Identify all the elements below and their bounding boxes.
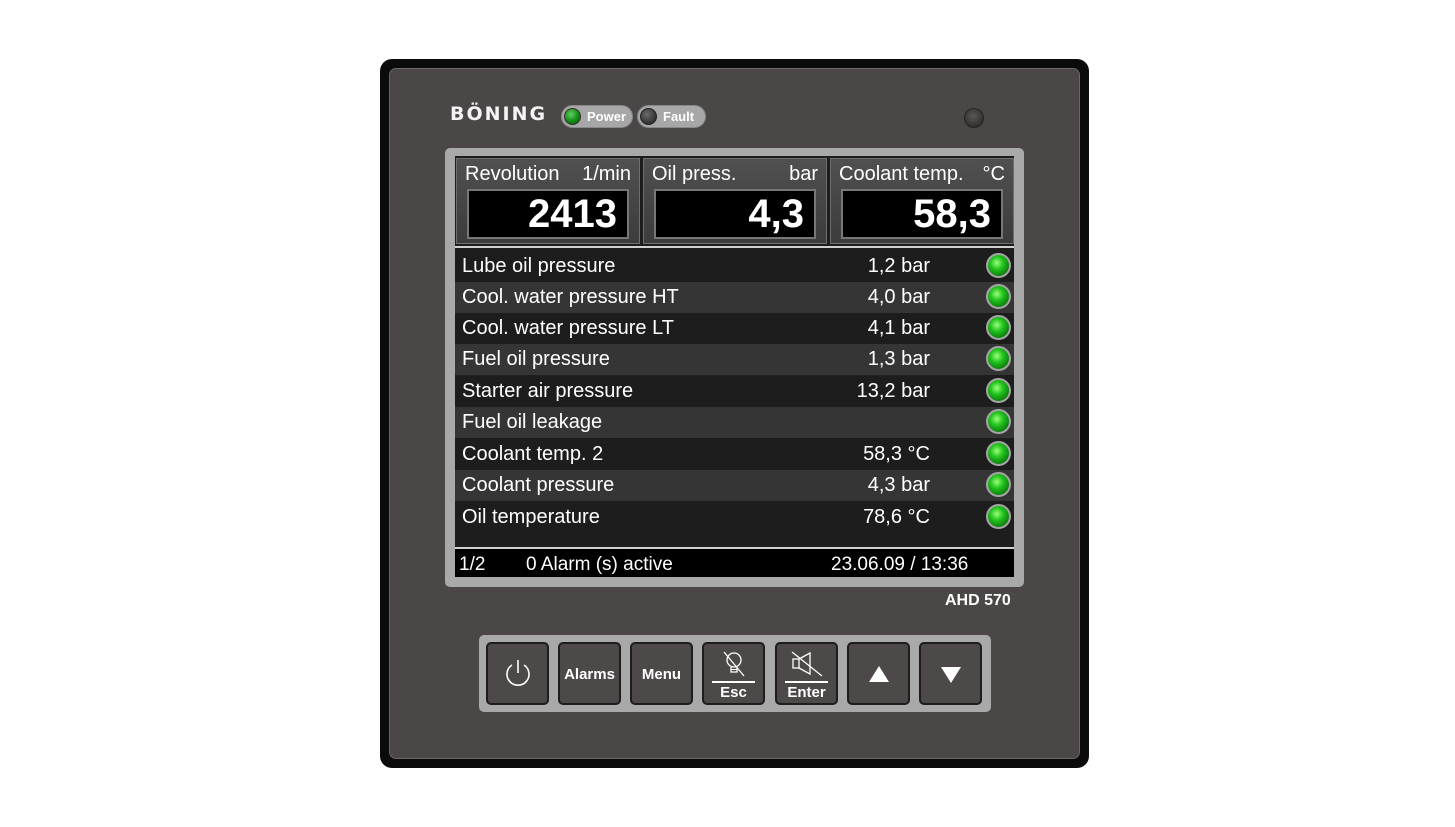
arrow-up-icon [869,666,889,682]
arrow-down-icon [941,667,961,683]
gauge-label: Coolant temp. [839,163,964,185]
row-label: Oil temperature [462,506,600,528]
light-sensor-icon [964,108,984,128]
list-item: Fuel oil pressure 1,3 bar [455,344,1014,375]
row-label: Fuel oil pressure [462,348,610,370]
status-ok-led-icon [986,284,1011,309]
gauge-oil-press: Oil press. bar 4,3 [643,158,827,244]
brand-logo: BÖNING [450,103,548,125]
key-divider [712,681,755,683]
gauge-value: 2413 [528,192,617,236]
list-item: Oil temperature 78,6 °C [455,502,1014,533]
row-value: 1,2 bar [867,255,930,277]
menu-button[interactable]: Menu [630,642,693,705]
row-label: Cool. water pressure LT [462,317,674,339]
display-screen: Revolution 1/min 2413 Oil press. bar 4,3… [455,156,1014,577]
power-indicator: Power [561,105,633,128]
menu-button-label: Menu [641,666,682,683]
row-value: 1,3 bar [867,348,930,370]
key-divider [785,681,828,683]
lamp-test-icon [723,651,745,677]
gauge-value-box: 58,3 [841,189,1003,239]
row-label: Coolant temp. 2 [462,443,604,465]
row-label: Coolant pressure [462,474,615,496]
row-value: 4,0 bar [867,286,930,308]
gauge-unit: 1/min [582,163,631,185]
list-item: Fuel oil leakage [455,407,1014,438]
row-value: 78,6 °C [863,506,930,528]
enter-button[interactable]: Enter [775,642,838,705]
gauge-unit: bar [789,163,818,185]
row-value: 13,2 bar [856,380,930,402]
status-ok-led-icon [986,409,1011,434]
fault-led-icon [640,108,657,125]
gauge-coolant-temp: Coolant temp. °C 58,3 [830,158,1014,244]
alarm-count: 0 Alarm (s) active [526,554,673,575]
esc-button-label: Esc [720,684,747,701]
list-item: Starter air pressure 13,2 bar [455,376,1014,407]
row-label: Lube oil pressure [462,255,616,277]
list-item: Cool. water pressure HT 4,0 bar [455,282,1014,313]
row-label: Starter air pressure [462,380,634,402]
gauge-value-box: 4,3 [654,189,816,239]
power-led-icon [564,108,581,125]
enter-button-label: Enter [787,684,826,701]
gauge-revolution: Revolution 1/min 2413 [456,158,640,244]
power-label: Power [587,109,627,124]
list-item: Cool. water pressure LT 4,1 bar [455,313,1014,344]
list-item: Lube oil pressure 1,2 bar [455,251,1014,282]
row-value: 4,1 bar [867,317,930,339]
status-ok-led-icon [986,441,1011,466]
arrow-down-button[interactable] [919,642,982,705]
gauge-label: Revolution [465,163,560,185]
gauge-value: 58,3 [913,192,991,236]
row-label: Fuel oil leakage [462,411,603,433]
gauge-label: Oil press. [652,163,737,185]
status-ok-led-icon [986,472,1011,497]
power-icon [506,660,530,686]
power-button[interactable] [486,642,549,705]
page-indicator: 1/2 [459,554,486,575]
esc-button[interactable]: Esc [702,642,765,705]
status-ok-led-icon [986,253,1011,278]
fault-label: Fault [663,109,695,124]
gauge-value-box: 2413 [467,189,629,239]
status-bar: 1/2 0 Alarm (s) active 23.06.09 / 13:36 [455,547,1014,577]
status-ok-led-icon [986,346,1011,371]
gauge-unit: °C [982,163,1005,185]
alarms-button[interactable]: Alarms [558,642,621,705]
date-time: 23.06.09 / 13:36 [831,554,969,575]
divider [455,246,1014,248]
status-ok-led-icon [986,504,1011,529]
mute-horn-icon [791,651,823,677]
list-item: Coolant temp. 2 58,3 °C [455,439,1014,470]
row-label: Cool. water pressure HT [462,286,679,308]
gauge-value: 4,3 [748,192,804,236]
row-value: 58,3 °C [863,443,930,465]
status-ok-led-icon [986,378,1011,403]
alarms-button-label: Alarms [564,666,615,683]
list-item: Coolant pressure 4,3 bar [455,470,1014,501]
status-ok-led-icon [986,315,1011,340]
arrow-up-button[interactable] [847,642,910,705]
fault-indicator: Fault [637,105,706,128]
row-value: 4,3 bar [867,474,930,496]
model-label: AHD 570 [945,592,1011,609]
